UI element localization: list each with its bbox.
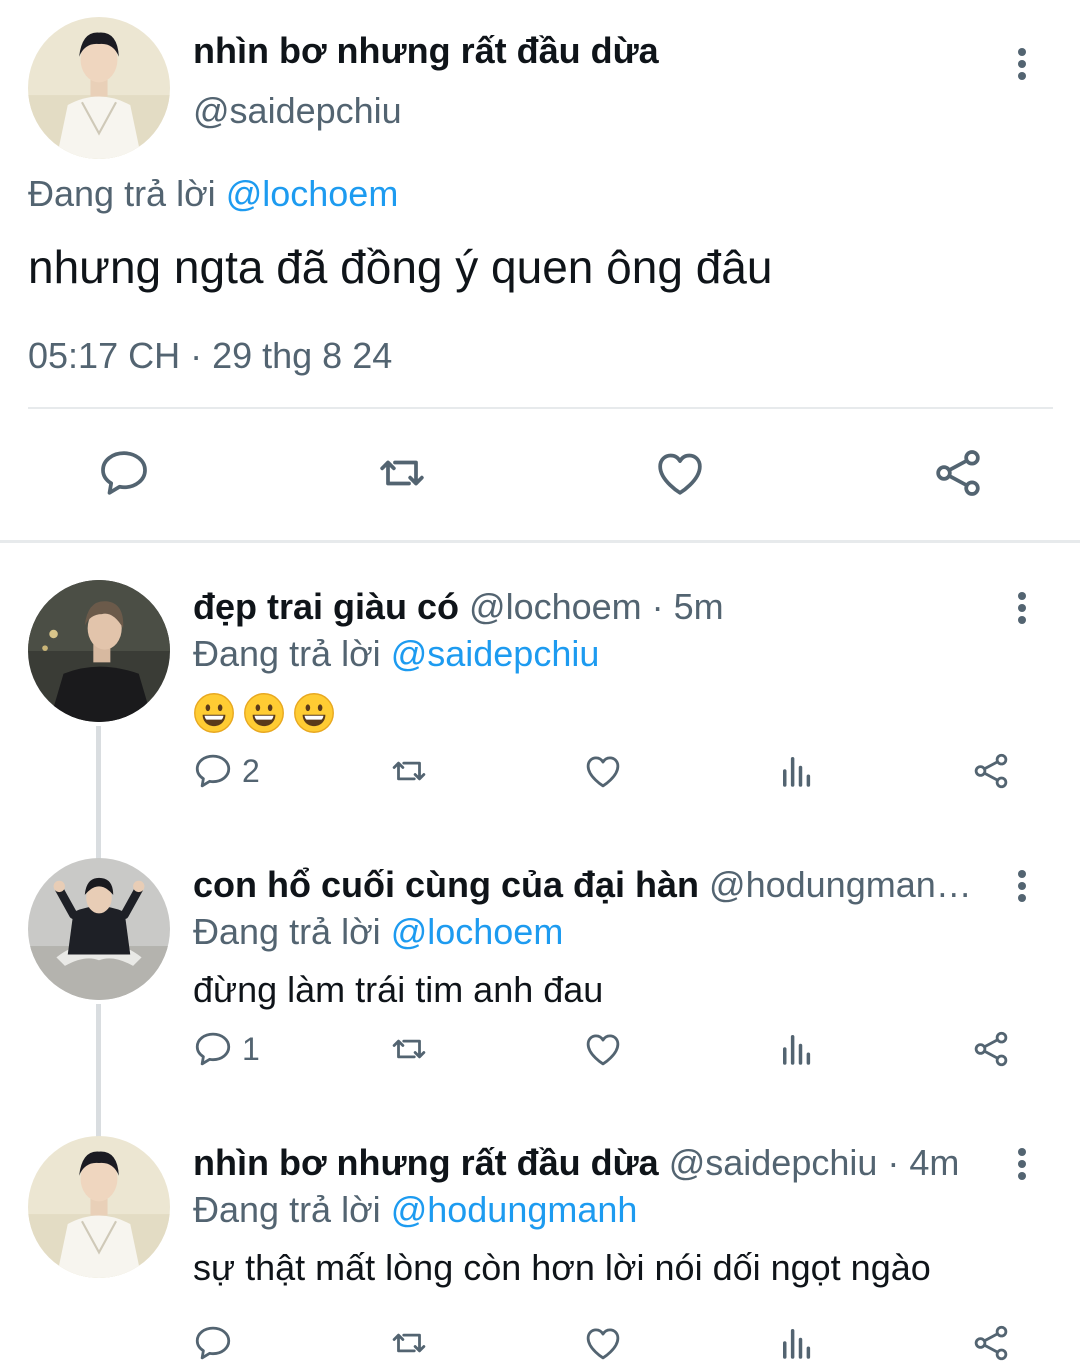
author-handle-time[interactable]: @saidepchiu · 4m — [659, 1142, 960, 1183]
tweet-actions: 2 — [0, 748, 1080, 798]
section-divider — [0, 540, 1080, 543]
reply-button[interactable]: 1 — [192, 1026, 260, 1072]
share-button[interactable] — [970, 1320, 1012, 1366]
replying-prefix: Đang trả lời — [193, 633, 391, 674]
main-tweet: nhìn bơ nhưng rất đầu dừa @saidepchiu Đa… — [0, 0, 1080, 540]
reply-button[interactable]: 2 — [192, 748, 260, 794]
like-icon — [582, 1028, 624, 1070]
reply-icon — [96, 445, 152, 501]
tweet-actions: 1 — [0, 1026, 1080, 1076]
more-options-icon[interactable] — [1012, 866, 1032, 906]
tweet-actions — [0, 440, 1080, 510]
replying-to: Đang trả lời @saidepchiu — [193, 633, 599, 675]
author-name[interactable]: con hổ cuối cùng của đại hàn — [193, 864, 699, 905]
more-options-icon[interactable] — [1012, 1144, 1032, 1184]
views-button[interactable] — [776, 1026, 818, 1072]
author-handle[interactable]: @saidepchiu — [193, 90, 402, 132]
replying-to: Đang trả lời @lochoem — [193, 911, 563, 953]
views-button[interactable] — [776, 1320, 818, 1366]
like-button[interactable] — [582, 1320, 624, 1366]
avatar[interactable] — [28, 17, 170, 159]
reply-button[interactable] — [192, 1320, 242, 1366]
tweet-actions — [0, 1320, 1080, 1370]
stats-icon — [776, 1322, 818, 1364]
stats-icon — [776, 750, 818, 792]
retweet-icon — [388, 1322, 430, 1364]
share-button[interactable] — [928, 440, 988, 506]
share-icon — [970, 750, 1012, 792]
share-button[interactable] — [970, 1026, 1012, 1072]
share-icon — [970, 1322, 1012, 1364]
views-button[interactable] — [776, 748, 818, 794]
reply-button[interactable] — [94, 440, 154, 506]
reply-icon — [192, 1322, 234, 1364]
share-icon — [930, 445, 986, 501]
replying-prefix: Đang trả lời — [193, 1189, 391, 1230]
replying-to: Đang trả lời @hodungmanh — [193, 1189, 637, 1231]
author-name[interactable]: đẹp trai giàu có — [193, 586, 459, 627]
author-name[interactable]: nhìn bơ nhưng rất đầu dừa — [193, 1142, 659, 1183]
retweet-button[interactable] — [388, 748, 430, 794]
grinning-face-emoji-icon — [243, 692, 285, 734]
share-button[interactable] — [970, 748, 1012, 794]
more-options-icon[interactable] — [1012, 588, 1032, 628]
tweet-text — [193, 692, 335, 734]
reply-icon — [192, 750, 234, 792]
replying-to-mention[interactable]: @saidepchiu — [391, 633, 600, 674]
retweet-icon — [388, 1028, 430, 1070]
retweet-icon — [388, 750, 430, 792]
like-button[interactable] — [582, 748, 624, 794]
avatar[interactable] — [28, 580, 170, 722]
like-icon — [582, 750, 624, 792]
reply-header: đẹp trai giàu có @lochoem · 5m — [193, 586, 978, 628]
reply-tweet[interactable]: đẹp trai giàu có @lochoem · 5m Đang trả … — [0, 580, 1080, 860]
emoji-row — [193, 692, 335, 734]
avatar[interactable] — [28, 1136, 170, 1278]
stats-icon — [776, 1028, 818, 1070]
replying-to-mention[interactable]: @hodungmanh — [391, 1189, 638, 1230]
author-name[interactable]: nhìn bơ nhưng rất đầu dừa — [193, 30, 659, 72]
reply-icon — [192, 1028, 234, 1070]
like-button[interactable] — [582, 1026, 624, 1072]
tweet-text: nhưng ngta đã đồng ý quen ông đâu — [28, 241, 773, 293]
replying-to: Đang trả lời @lochoem — [28, 173, 398, 215]
share-icon — [970, 1028, 1012, 1070]
tweet-text: sự thật mất lòng còn hơn lời nói dối ngọ… — [193, 1247, 931, 1288]
reply-header: nhìn bơ nhưng rất đầu dừa @saidepchiu · … — [193, 1142, 978, 1184]
replying-prefix: Đang trả lời — [193, 911, 391, 952]
grinning-face-emoji-icon — [193, 692, 235, 734]
tweet-text: đừng làm trái tim anh đau — [193, 969, 604, 1010]
divider — [28, 407, 1053, 409]
reply-count: 1 — [242, 1030, 260, 1067]
author-handle-time[interactable]: @lochoem · 5m — [459, 586, 724, 627]
retweet-button[interactable] — [388, 1026, 430, 1072]
replying-to-mention[interactable]: @lochoem — [226, 173, 399, 214]
retweet-button[interactable] — [388, 1320, 430, 1366]
more-options-icon[interactable] — [1012, 44, 1032, 84]
reply-tweet[interactable]: con hổ cuối cùng của đại hàn @hodungman…… — [0, 858, 1080, 1138]
retweet-button[interactable] — [372, 440, 432, 506]
replying-prefix: Đang trả lời — [28, 173, 226, 214]
like-icon — [652, 445, 708, 501]
reply-tweet[interactable]: nhìn bơ nhưng rất đầu dừa @saidepchiu · … — [0, 1136, 1080, 1371]
avatar[interactable] — [28, 858, 170, 1000]
retweet-icon — [374, 445, 430, 501]
author-handle-time[interactable]: @hodungman… — [699, 864, 972, 905]
tweet-timestamp: 05:17 CH · 29 thg 8 24 — [28, 335, 393, 376]
replying-to-mention[interactable]: @lochoem — [391, 911, 564, 952]
grinning-face-emoji-icon — [293, 692, 335, 734]
like-button[interactable] — [650, 440, 710, 506]
reply-count: 2 — [242, 752, 260, 789]
like-icon — [582, 1322, 624, 1364]
reply-header: con hổ cuối cùng của đại hàn @hodungman… — [193, 864, 978, 906]
